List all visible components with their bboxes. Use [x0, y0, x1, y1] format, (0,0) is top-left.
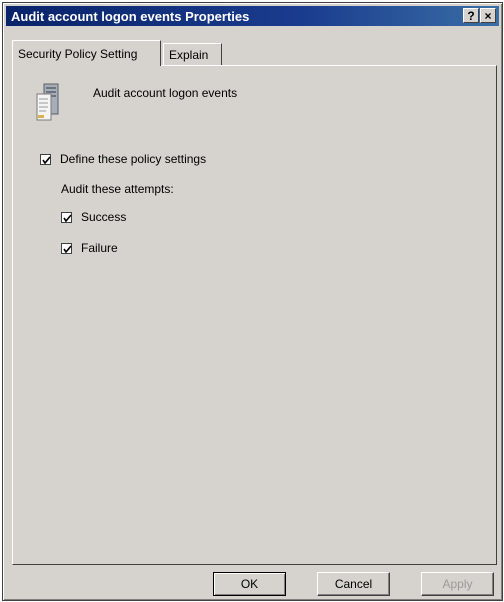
define-policy-label: Define these policy settings: [60, 152, 207, 166]
define-policy-check[interactable]: [40, 154, 51, 165]
policy-name: Audit account logon events: [93, 86, 238, 100]
audit-attempts-label: Audit these attempts:: [61, 182, 174, 196]
cancel-button[interactable]: Cancel: [317, 572, 390, 596]
tab-security-policy-setting[interactable]: Security Policy Setting: [12, 40, 161, 66]
failure-label: Failure: [81, 241, 118, 255]
ok-button[interactable]: OK: [213, 572, 286, 596]
tab-explain[interactable]: Explain: [163, 43, 222, 65]
server-document-icon: [35, 82, 61, 122]
tab-panel: Audit account logon events Define these …: [12, 65, 497, 565]
window-title: Audit account logon events Properties: [11, 9, 250, 24]
title-bar[interactable]: Audit account logon events Properties ? …: [6, 6, 499, 26]
failure-check[interactable]: [61, 243, 72, 254]
success-check[interactable]: [61, 212, 72, 223]
properties-dialog: Audit account logon events Properties ? …: [2, 2, 503, 601]
help-button[interactable]: ?: [463, 8, 479, 23]
close-button[interactable]: ×: [480, 8, 496, 23]
apply-button[interactable]: Apply: [421, 572, 494, 596]
success-label: Success: [81, 210, 127, 224]
